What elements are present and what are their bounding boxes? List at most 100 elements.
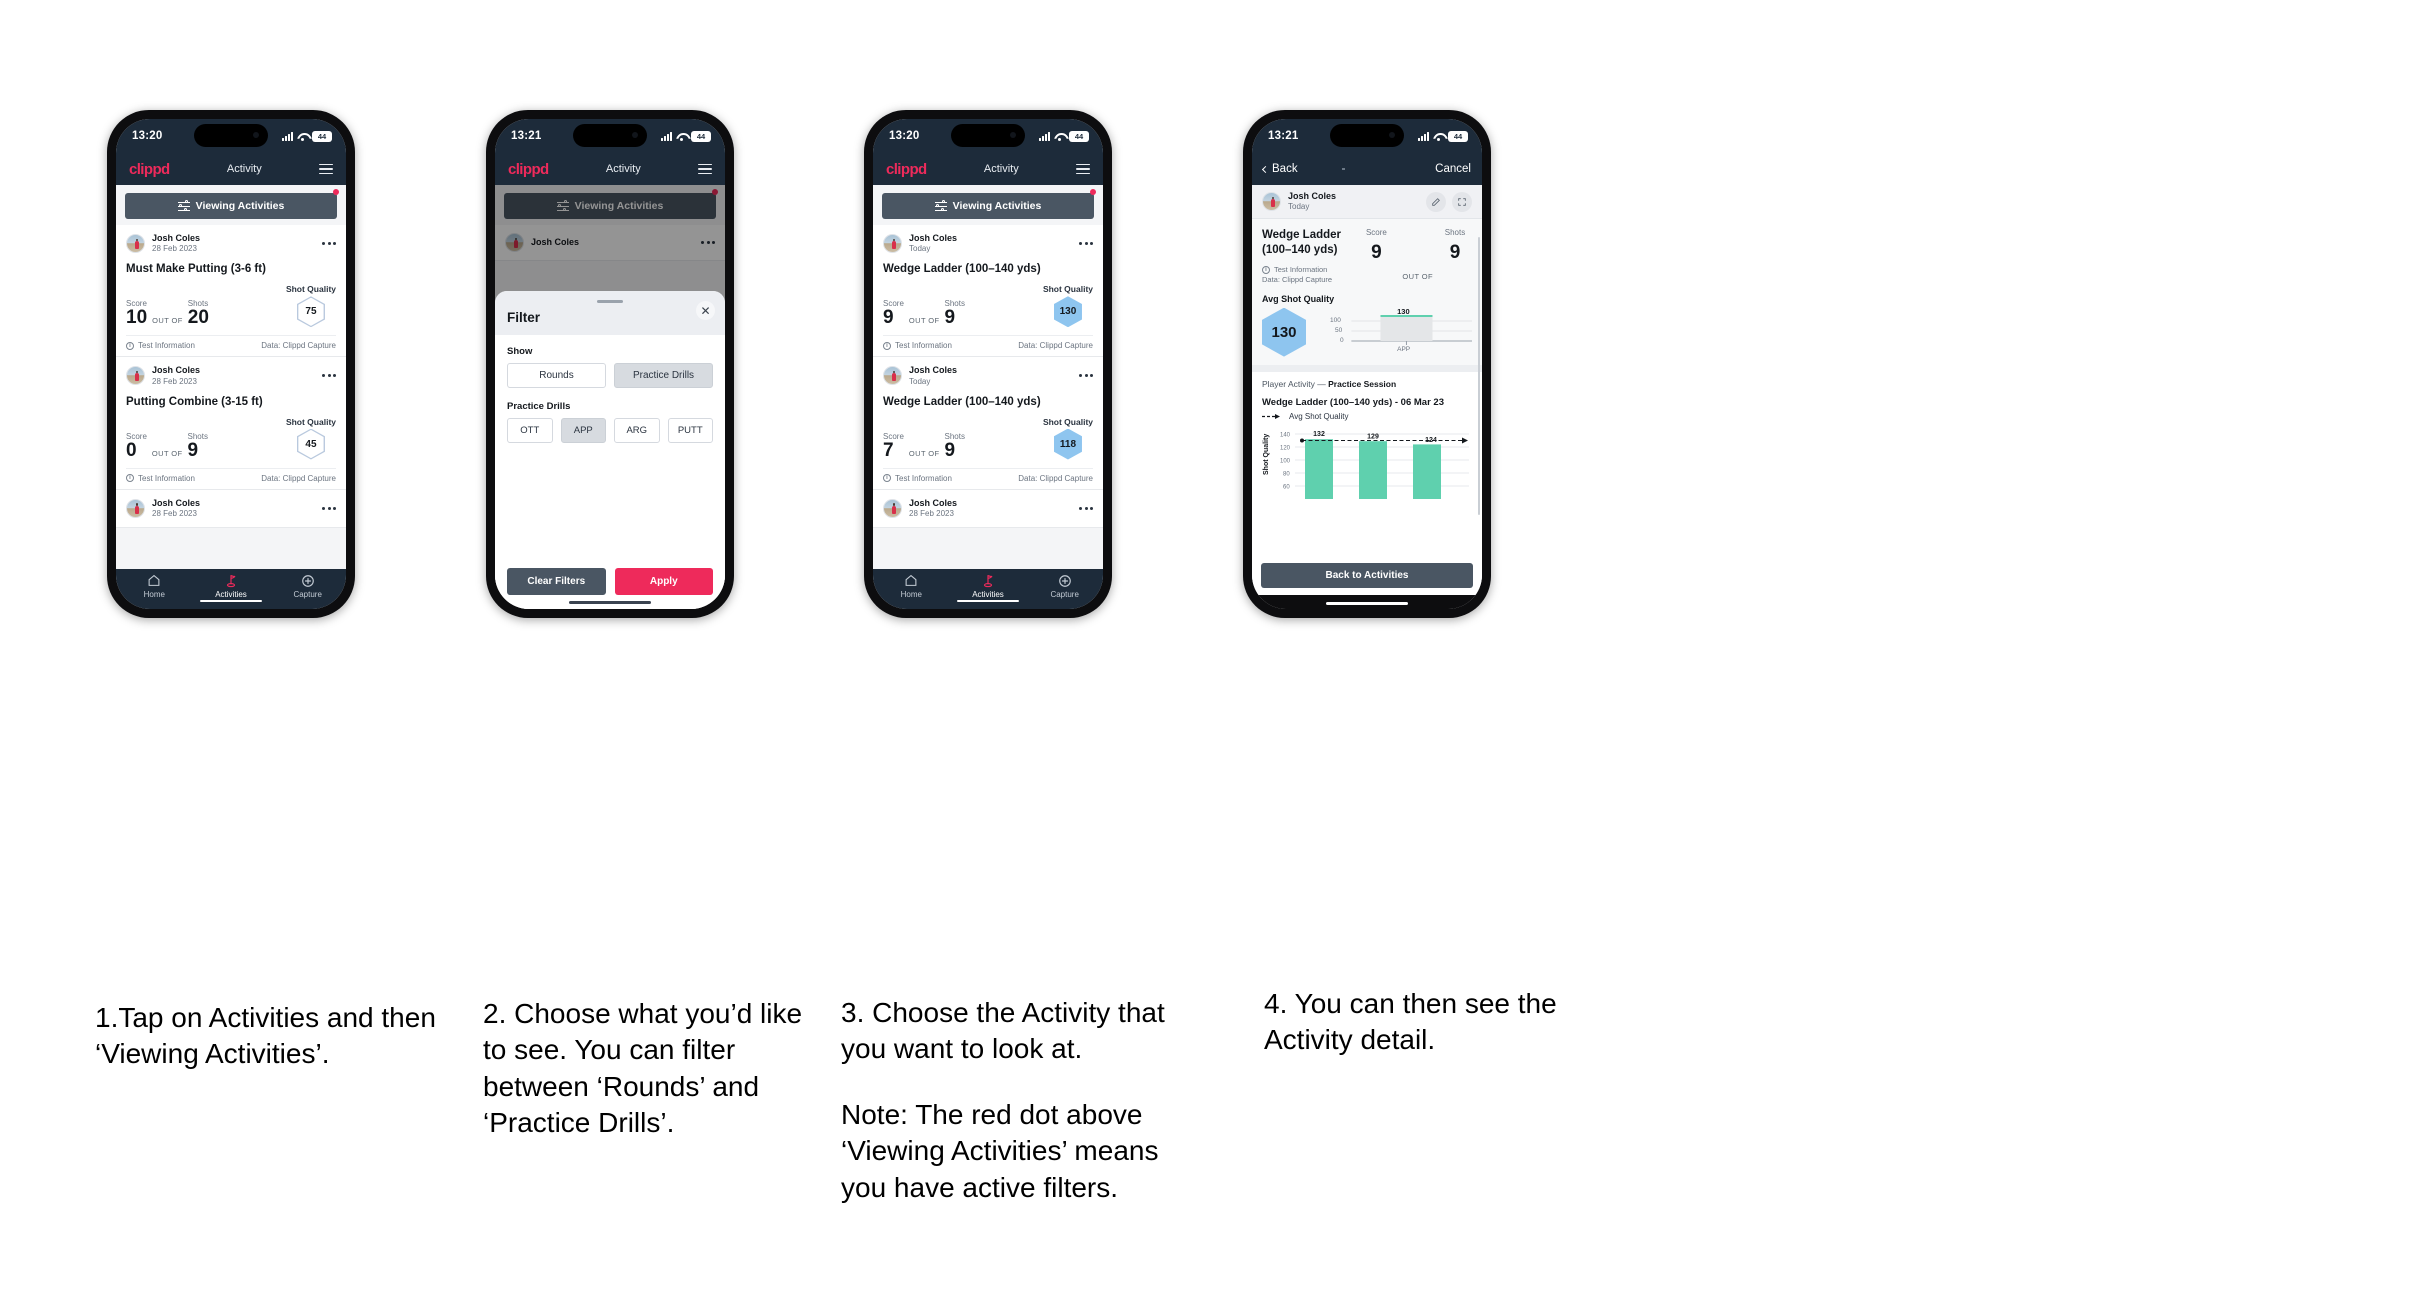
activity-card[interactable]: Josh Coles 28 Feb 2023 [873, 489, 1103, 528]
filter-chip-app[interactable]: APP [560, 418, 606, 443]
dynamic-island [194, 124, 268, 147]
shots-value: 9 [944, 307, 956, 329]
tab-capture-label: Capture [293, 590, 322, 599]
player-activity-value: Practice Session [1328, 379, 1397, 390]
tab-home[interactable]: Home [116, 573, 193, 599]
filter-chip-rounds[interactable]: Rounds [507, 363, 606, 388]
mini-bar-value: 130 [1397, 307, 1410, 317]
tab-capture[interactable]: Capture [1026, 573, 1103, 599]
hamburger-icon[interactable] [1075, 163, 1090, 175]
bottom-nav: Home Activities Capture [116, 569, 346, 609]
filter-chip-arg[interactable]: ARG [614, 418, 660, 443]
apply-button[interactable]: Apply [614, 568, 713, 595]
active-tab-indicator [957, 600, 1019, 602]
wifi-icon [1433, 132, 1444, 141]
detail-title-line2: (100–140 yds) [1262, 244, 1338, 257]
out-of-label: OUT OF [1402, 272, 1433, 282]
data-source-label: Data: Clippd Capture [1018, 473, 1093, 483]
avatar [883, 234, 902, 254]
sheet-grabber[interactable] [597, 300, 623, 303]
tab-home[interactable]: Home [873, 573, 950, 599]
svg-text:60: 60 [1283, 485, 1290, 491]
info-icon: i [883, 474, 891, 482]
activity-date: 28 Feb 2023 [909, 508, 954, 518]
filter-chip-putt[interactable]: PUTT [667, 418, 713, 443]
activity-title: Must Make Putting (3-6 ft) [126, 263, 266, 276]
scrollbar[interactable] [1478, 237, 1480, 515]
active-filters-dot [333, 189, 339, 195]
card-menu-icon[interactable] [1079, 374, 1093, 378]
tab-activities[interactable]: Activities [950, 573, 1027, 599]
page-title: Activity [983, 163, 1019, 175]
close-icon[interactable]: ✕ [696, 301, 715, 320]
tab-capture-label: Capture [1050, 590, 1079, 599]
filter-title: Filter [507, 310, 541, 325]
tab-activities-label: Activities [972, 590, 1004, 599]
activity-detail: Josh Coles Today Wedge Ladder (100–140 y… [1252, 185, 1482, 559]
back-to-activities-label: Back to Activities [1325, 570, 1409, 581]
legend-label: Avg Shot Quality [1289, 412, 1349, 422]
shot-quality-value: 75 [298, 297, 324, 326]
data-source-label: Data: Clippd Capture [1262, 275, 1333, 285]
clear-filters-button[interactable]: Clear Filters [507, 568, 606, 595]
back-to-activities-button[interactable]: Back to Activities [1261, 563, 1473, 588]
data-source-label: Data: Clippd Capture [1018, 341, 1093, 351]
card-menu-icon[interactable] [322, 374, 336, 378]
cancel-button[interactable]: Cancel [1435, 163, 1471, 175]
hamburger-icon[interactable] [697, 163, 712, 175]
filter-chip-practice-drills[interactable]: Practice Drills [614, 363, 713, 388]
active-tab-indicator [200, 600, 262, 602]
caption-step-3a: 3. Choose the Activity that you want to … [841, 997, 1165, 1065]
activity-card[interactable]: Josh Coles Today Wedge Ladder (100–140 y… [873, 357, 1103, 490]
activities-list: Viewing Activities Josh Coles Today Wedg… [873, 185, 1103, 569]
back-button[interactable]: Back [1261, 163, 1298, 175]
tab-activities-label: Activities [215, 590, 247, 599]
cancel-label: Cancel [1435, 163, 1471, 175]
activity-title: Wedge Ladder (100–140 yds) [883, 395, 1041, 408]
shot-quality-badge: 75 [296, 296, 325, 328]
home-indicator [1326, 601, 1408, 605]
score-label: Score [1365, 228, 1387, 238]
card-menu-icon[interactable] [1079, 506, 1093, 510]
activity-card[interactable]: Josh Coles 28 Feb 2023 [116, 489, 346, 528]
out-of-label: OUT OF [908, 448, 940, 458]
card-menu-icon[interactable] [322, 506, 336, 510]
viewing-activities-button[interactable]: Viewing Activities [125, 193, 337, 219]
status-time: 13:21 [1268, 130, 1299, 142]
hamburger-icon[interactable] [318, 163, 333, 175]
filter-sliders-icon [177, 199, 190, 212]
activity-card[interactable]: Josh Coles Today Wedge Ladder (100–140 y… [873, 225, 1103, 358]
fullscreen-icon[interactable] [1452, 191, 1472, 212]
status-time: 13:20 [132, 130, 163, 142]
apply-label: Apply [649, 576, 678, 587]
avatar [1262, 192, 1281, 212]
avg-shot-quality-value: 130 [1271, 323, 1297, 341]
pencil-icon[interactable] [1426, 191, 1446, 212]
home-indicator [569, 600, 651, 604]
shot-quality-bar-chart: Shot Quality 140 120 100 80 60 132 129 1… [1263, 431, 1469, 500]
dynamic-island [573, 124, 647, 147]
activity-card[interactable]: Josh Coles 28 Feb 2023 Must Make Putting… [116, 225, 346, 358]
viewing-activities-button[interactable]: Viewing Activities [882, 193, 1094, 219]
svg-text:120: 120 [1280, 446, 1291, 452]
tutorial-sheet: 13:20 44 clippd Activity Viewing Activit… [0, 0, 2423, 1303]
filter-chip-ott[interactable]: OTT [507, 418, 553, 443]
status-bar: 13:21 44 [1252, 119, 1482, 153]
clippd-logo[interactable]: clippd [508, 161, 549, 178]
detail-nav-bar: Back Cancel [1252, 153, 1482, 185]
battery-icon: 44 [312, 130, 332, 142]
tab-activities[interactable]: Activities [193, 573, 270, 599]
clippd-logo[interactable]: clippd [129, 161, 170, 178]
tab-capture[interactable]: Capture [269, 573, 346, 599]
mini-ytick-50: 50 [1335, 327, 1343, 335]
test-information-label: Test Information [138, 341, 195, 351]
activity-card[interactable]: Josh Coles 28 Feb 2023 Putting Combine (… [116, 357, 346, 490]
svg-text:129: 129 [1367, 434, 1379, 441]
shot-quality-label: Shot Quality [1042, 416, 1093, 427]
activity-title: Wedge Ladder (100–140 yds) [883, 263, 1041, 276]
score-value: 7 [883, 439, 894, 461]
card-menu-icon[interactable] [322, 242, 336, 246]
card-menu-icon[interactable] [1079, 242, 1093, 246]
score-value: 10 [126, 307, 148, 329]
clippd-logo[interactable]: clippd [886, 161, 927, 178]
